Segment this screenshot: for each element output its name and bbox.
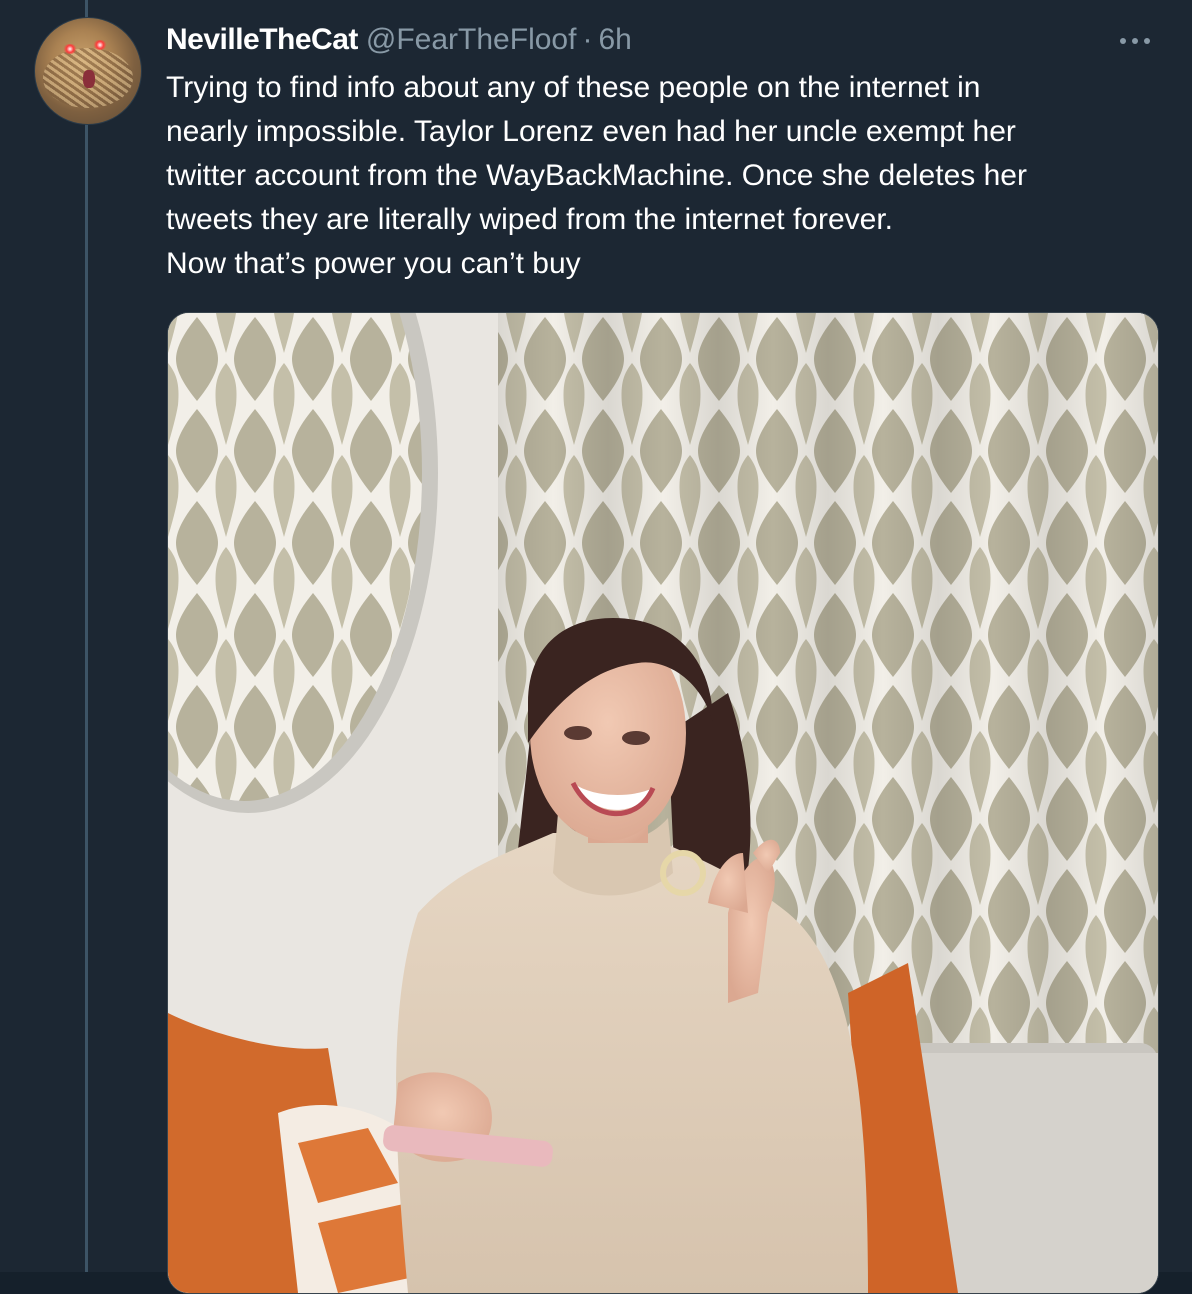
more-horizontal-icon-dot bbox=[1132, 38, 1138, 44]
display-name[interactable]: NevilleTheCat bbox=[166, 23, 358, 57]
tweet-text-line: twitter account from the WayBackMachine.… bbox=[166, 159, 1027, 192]
avatar[interactable] bbox=[34, 17, 142, 125]
avatar-left-eye-glow bbox=[63, 44, 77, 54]
more-horizontal-icon bbox=[1120, 38, 1126, 44]
thread-connector-line bbox=[85, 0, 88, 1272]
tweet-text: Trying to find info about any of these p… bbox=[166, 66, 1166, 286]
tweet-text-line: nearly impossible. Taylor Lorenz even ha… bbox=[166, 115, 1016, 148]
tweet-text-line: Now that’s power you can’t buy bbox=[166, 247, 581, 280]
more-horizontal-icon-dot bbox=[1144, 38, 1150, 44]
tweet-header: NevilleTheCat @FearTheFloof · 6h bbox=[166, 20, 632, 60]
tweet-text-line: tweets they are literally wiped from the… bbox=[166, 203, 894, 236]
avatar-mouth bbox=[83, 70, 95, 88]
header-separator: · bbox=[582, 23, 593, 56]
tweet-text-line: Trying to find info about any of these p… bbox=[166, 71, 981, 104]
more-options-button[interactable] bbox=[1112, 26, 1158, 56]
avatar-right-eye-glow bbox=[93, 40, 107, 50]
tweet-timestamp[interactable]: 6h bbox=[598, 23, 631, 57]
photo-illustration bbox=[168, 313, 1158, 1293]
tweet-photo[interactable] bbox=[167, 312, 1159, 1294]
user-handle[interactable]: @FearTheFloof bbox=[366, 23, 577, 57]
